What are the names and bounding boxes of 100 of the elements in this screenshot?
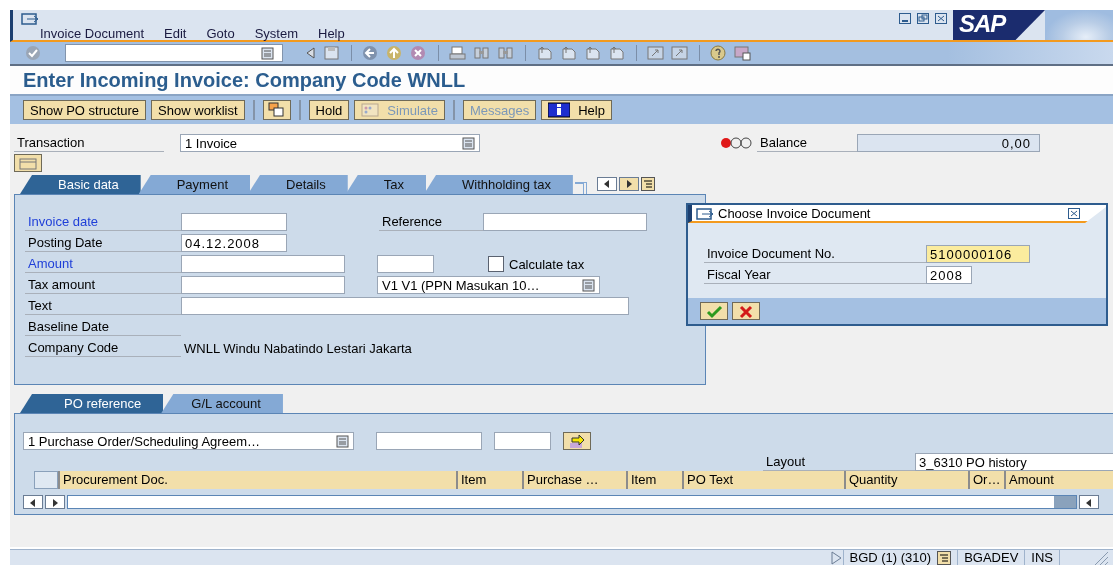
monitor-icon[interactable] — [734, 45, 752, 61]
menu-item[interactable]: Invoice Document — [40, 26, 145, 41]
menu-item[interactable]: Goto — [206, 26, 235, 41]
close-icon[interactable] — [1068, 207, 1080, 219]
input-field[interactable] — [377, 255, 434, 273]
save-icon[interactable] — [323, 45, 341, 61]
field-value: WNLL Windu Nabatindo Lestari Jakarta — [184, 340, 412, 356]
scrollbar[interactable] — [67, 495, 1077, 509]
toolbar-button[interactable]: Help — [541, 100, 612, 120]
ripple-drawing — [1045, 10, 1113, 40]
input-field[interactable]: 5100000106 — [926, 245, 1030, 263]
dropdown-icon — [336, 434, 349, 448]
dialog-icon — [696, 206, 714, 220]
layout-field[interactable]: 3_6310 PO history — [915, 453, 1113, 471]
checkmark-icon — [705, 303, 723, 319]
input-field[interactable] — [181, 276, 345, 294]
page-title: Enter Incoming Invoice: Company Code WNLL — [23, 68, 466, 92]
toolbar-button[interactable]: Show worklist — [151, 100, 245, 120]
restore-icon[interactable] — [917, 13, 929, 24]
field-label: Tax amount — [25, 276, 181, 294]
field-label: Fiscal Year — [704, 266, 926, 284]
arrow-button[interactable] — [563, 432, 591, 450]
dialog-icon[interactable] — [21, 12, 39, 25]
minimize-icon[interactable] — [899, 13, 911, 24]
select-all-cell[interactable] — [34, 471, 58, 489]
menu-item[interactable]: Help — [318, 26, 345, 41]
confirm-button[interactable] — [700, 302, 728, 320]
tab[interactable]: Basic data — [20, 175, 141, 194]
column-header[interactable]: Amount — [1004, 471, 1113, 489]
column-header[interactable]: Procurement Doc. — [58, 471, 456, 489]
help-icon[interactable] — [710, 45, 728, 61]
input-field[interactable] — [494, 432, 551, 450]
column-header[interactable]: Item — [456, 471, 522, 489]
dropdown-field[interactable]: 1 Invoice — [180, 134, 480, 152]
window-icon[interactable] — [671, 45, 689, 61]
column-header[interactable]: Item — [626, 471, 682, 489]
scroll-right-button[interactable] — [45, 495, 65, 509]
exit-icon[interactable] — [386, 45, 404, 61]
window-icon[interactable] — [647, 45, 665, 61]
find-icon[interactable] — [497, 45, 515, 61]
page-icon[interactable] — [584, 45, 602, 61]
column-header[interactable]: Purchase … — [522, 471, 626, 489]
list-icon[interactable] — [937, 550, 952, 565]
column-header[interactable]: Or… — [968, 471, 1004, 489]
checkbox[interactable] — [488, 256, 504, 272]
balance-field[interactable]: 0,00 — [857, 134, 1040, 152]
dialog-title: Choose Invoice Document — [718, 205, 872, 221]
menu-item[interactable]: Edit — [164, 26, 187, 41]
input-field[interactable] — [181, 255, 345, 273]
close-icon[interactable] — [935, 13, 947, 24]
dropdown-icon[interactable] — [261, 46, 274, 60]
right-arrow-icon — [568, 433, 586, 449]
scroll-left-button[interactable] — [23, 495, 43, 509]
input-field[interactable]: 04.12.2008 — [181, 234, 287, 252]
page-icon[interactable] — [536, 45, 554, 61]
field-label: Invoice date — [25, 213, 181, 231]
check-icon[interactable] — [25, 45, 43, 61]
session-info: BGD (1) (310) — [842, 550, 958, 565]
field-label: Transaction — [14, 134, 164, 152]
print-icon[interactable] — [449, 45, 467, 61]
input-field[interactable] — [181, 297, 629, 315]
menu-item[interactable]: System — [254, 26, 298, 41]
traffic-light-icon — [720, 135, 754, 151]
input-field[interactable] — [483, 213, 647, 231]
tab[interactable]: Withholding tax — [424, 175, 573, 194]
field-label: Company Code — [25, 339, 181, 357]
find-icon[interactable] — [473, 45, 491, 61]
command-field[interactable] — [65, 44, 283, 62]
list-icon[interactable] — [640, 177, 655, 191]
cancel-icon[interactable] — [410, 45, 428, 61]
close-icon — [737, 303, 755, 319]
page-icon[interactable] — [560, 45, 578, 61]
tab[interactable]: Details — [248, 175, 348, 194]
triangle-icon — [828, 549, 843, 565]
dropdown-field[interactable]: V1 V1 (PPN Masukan 10… — [377, 276, 600, 294]
scroll-left-button[interactable] — [596, 177, 617, 191]
toolbar-button[interactable]: Show PO structure — [23, 100, 147, 120]
page-icon[interactable] — [608, 45, 626, 61]
tab[interactable]: Tax — [345, 175, 426, 194]
field-label: Amount — [25, 255, 181, 273]
scroll-left-button[interactable] — [1079, 495, 1099, 509]
dropdown-field[interactable]: 1 Purchase Order/Scheduling Agreem… — [23, 432, 354, 450]
dropdown-icon — [582, 278, 595, 292]
column-header[interactable]: PO Text — [682, 471, 844, 489]
tab[interactable]: Payment — [138, 175, 250, 194]
tab[interactable]: G/L account — [161, 394, 283, 413]
input-field[interactable] — [376, 432, 482, 450]
input-field[interactable]: 2008 — [926, 266, 972, 284]
scroll-right-button[interactable] — [618, 177, 639, 191]
toolbar-button[interactable]: Hold — [308, 100, 350, 120]
input-field[interactable] — [181, 213, 287, 231]
tab[interactable]: PO reference — [20, 394, 164, 413]
cancel-button[interactable] — [732, 302, 760, 320]
back-icon[interactable] — [362, 45, 380, 61]
column-header[interactable]: Quantity — [844, 471, 968, 489]
windows-button[interactable] — [262, 100, 291, 120]
server-name: BGADEV — [957, 550, 1025, 565]
field-label: Invoice Document No. — [704, 245, 926, 263]
dots-icon — [361, 102, 380, 118]
folder-button[interactable] — [14, 154, 42, 172]
